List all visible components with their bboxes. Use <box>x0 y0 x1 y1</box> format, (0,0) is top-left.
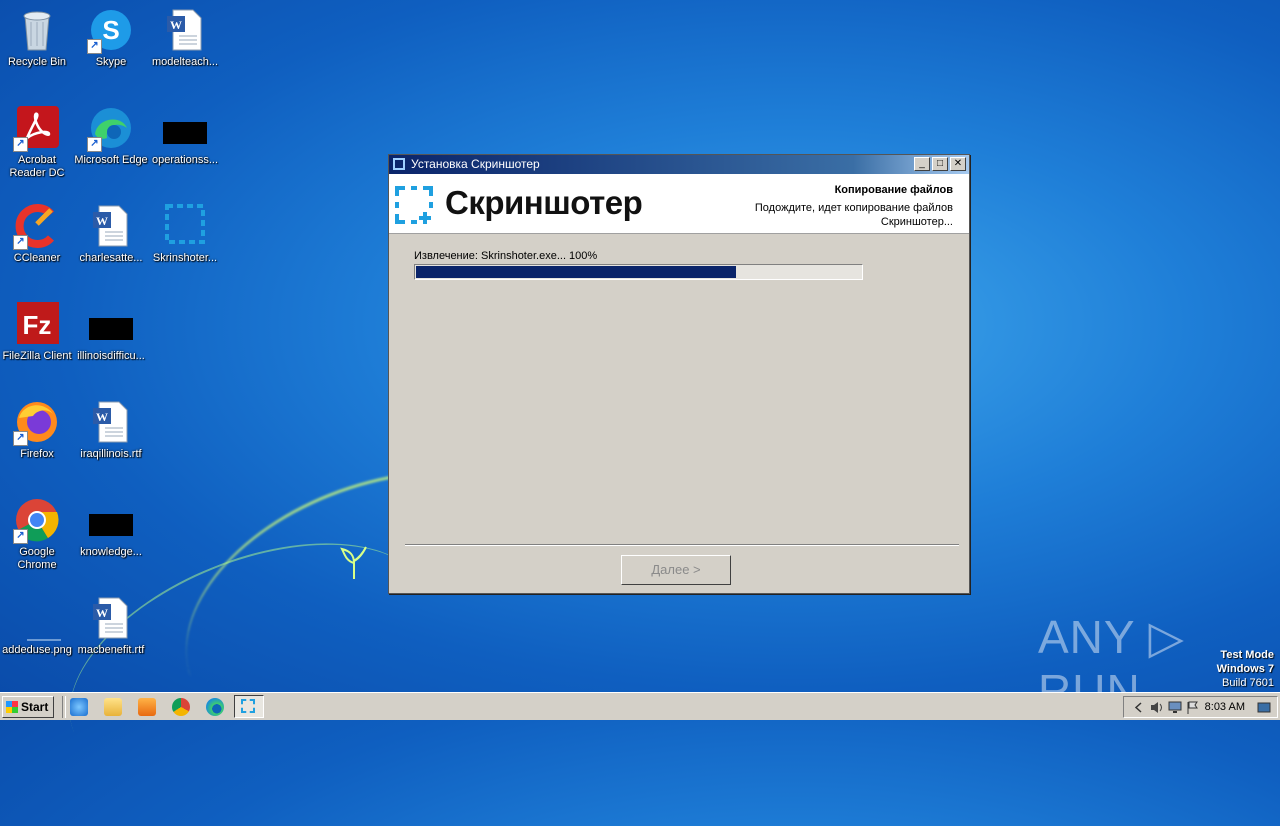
window-title: Установка Скриншотер <box>411 157 540 171</box>
desktop-icon-label: addeduse.png <box>2 644 72 656</box>
desktop-icon-label: iraqillinois.rtf <box>80 448 142 460</box>
word-doc-icon: W <box>87 398 135 446</box>
skrinshoter-taskbar-button[interactable] <box>234 695 264 718</box>
desktop-icon-charlesatte[interactable]: W charlesatte... <box>74 202 148 265</box>
close-button[interactable]: ✕ <box>950 157 966 171</box>
start-label: Start <box>21 700 49 714</box>
skrinshoter-icon <box>241 699 255 713</box>
test-mode-line2: Windows 7 <box>1216 663 1274 675</box>
system-tray: 8:03 AM <box>1123 696 1278 718</box>
svg-text:W: W <box>96 410 108 424</box>
wallpaper-sprout-icon <box>340 546 367 579</box>
desktop-icon-knowledge[interactable]: knowledge... <box>74 496 148 559</box>
windows-flag-icon <box>6 701 18 713</box>
svg-text:W: W <box>96 214 108 228</box>
svg-text:S: S <box>102 15 119 45</box>
next-button[interactable]: Далее > <box>621 555 731 585</box>
desktop-icon-label: Google Chrome <box>17 546 57 571</box>
desktop-icon-chrome[interactable]: ↗ Google Chrome <box>0 496 74 572</box>
recycle-bin-icon <box>13 6 61 54</box>
desktop-icon-label: charlesatte... <box>79 252 143 264</box>
word-doc-icon: W <box>87 202 135 250</box>
desktop-icon-label: CCleaner <box>13 252 61 264</box>
chrome-taskbar-icon[interactable] <box>172 698 190 716</box>
desktop-icon-iraqillinois[interactable]: W iraqillinois.rtf <box>74 398 148 461</box>
chrome-icon: ↗ <box>13 496 61 544</box>
svg-text:W: W <box>170 18 182 32</box>
desktop-icon-label: FileZilla Client <box>2 350 72 362</box>
desktop-icon-label: Skrinshoter... <box>152 252 218 264</box>
word-doc-icon: W <box>161 6 209 54</box>
desktop-icon-label: Skype <box>95 56 127 68</box>
svg-text:Fz: Fz <box>23 310 52 340</box>
test-mode-line3: Build 7601 <box>1222 677 1274 689</box>
desktop-icon-acrobat[interactable]: ↗ Acrobat Reader DC <box>0 104 74 180</box>
installer-window: Установка Скриншотер _ □ ✕ Скриншотер Ко… <box>388 154 970 594</box>
test-mode-line1: Test Mode <box>1220 649 1274 661</box>
start-button[interactable]: Start <box>2 696 54 718</box>
desktop-icon-label: Firefox <box>20 448 54 460</box>
test-mode-notice: Test Mode Windows 7 Build 7601 <box>1217 648 1274 690</box>
desktop-icon-label: Microsoft Edge <box>74 154 148 166</box>
divider <box>405 544 959 546</box>
desktop-icon-label: illinoisdifficu... <box>77 350 145 362</box>
skrinshoter-icon <box>393 158 405 170</box>
svg-text:W: W <box>96 606 108 620</box>
desktop-icon-ccleaner[interactable]: ↗ CCleaner <box>0 202 74 265</box>
word-doc-icon: W <box>87 594 135 642</box>
edge-taskbar-icon[interactable] <box>206 698 224 716</box>
desktop-icon-illinoisdifficu[interactable]: illinoisdifficu... <box>74 300 148 363</box>
desktop-icon-label: Acrobat Reader DC <box>9 154 65 179</box>
desktop-icon-modelteach[interactable]: W modelteach... <box>148 6 222 69</box>
desktop-icon-skype[interactable]: S ↗ Skype <box>74 6 148 69</box>
desktop-icon-filezilla[interactable]: Fz FileZilla Client <box>0 300 74 363</box>
desktop-icon-label: operationss... <box>151 154 219 166</box>
firefox-icon: ↗ <box>13 398 61 446</box>
status-text: Извлечение: Skrinshoter.exe... 100% <box>414 250 598 262</box>
taskbar: Start 8:03 AM <box>0 692 1280 720</box>
show-desktop-icon[interactable] <box>1257 701 1271 714</box>
desktop-icon-label: Recycle Bin <box>7 56 67 68</box>
logo-text: Скриншотер <box>445 184 643 221</box>
header-title: Копирование файлов <box>834 184 953 196</box>
speaker-icon[interactable] <box>1150 701 1164 714</box>
black-thumb-icon <box>161 104 209 152</box>
ccleaner-icon: ↗ <box>13 202 61 250</box>
desktop-icon-recycle-bin[interactable]: Recycle Bin <box>0 6 74 69</box>
ie-icon[interactable] <box>70 698 88 716</box>
skype-icon: S ↗ <box>87 6 135 54</box>
maximize-button[interactable]: □ <box>932 157 948 171</box>
chevron-icon[interactable] <box>1132 701 1146 714</box>
desktop-icon-addeduse[interactable]: addeduse.png <box>0 594 74 657</box>
desktop-icon-operationss[interactable]: operationss... <box>148 104 222 167</box>
clock[interactable]: 8:03 AM <box>1205 701 1245 713</box>
progress-bar <box>414 264 863 280</box>
png-thumb-icon <box>13 594 71 642</box>
edge-icon: ↗ <box>87 104 135 152</box>
desktop-icon-firefox[interactable]: ↗ Firefox <box>0 398 74 461</box>
black-thumb-icon <box>87 300 135 348</box>
folder-icon[interactable] <box>104 698 122 716</box>
installer-header: Скриншотер Копирование файлов Подождите,… <box>389 174 969 234</box>
desktop-icon-skrinshoter[interactable]: Skrinshoter... <box>148 202 222 265</box>
desktop-icon-label: macbenefit.rtf <box>77 644 145 656</box>
minimize-button[interactable]: _ <box>914 157 930 171</box>
black-thumb-icon <box>87 496 135 544</box>
skrinshoter-icon <box>161 202 209 250</box>
media-player-icon[interactable] <box>138 698 156 716</box>
desktop-icon-label: knowledge... <box>80 546 142 558</box>
desktop-icon-macbenefit[interactable]: W macbenefit.rtf <box>74 594 148 657</box>
skrinshoter-logo-icon <box>395 186 433 224</box>
taskbar-divider <box>62 696 66 718</box>
header-subtitle: Подождите, идет копирование файлов Скрин… <box>754 202 953 228</box>
window-title-bar[interactable]: Установка Скриншотер _ □ ✕ <box>389 155 969 174</box>
progress-fill <box>416 266 737 278</box>
desktop-icon-edge[interactable]: ↗ Microsoft Edge <box>74 104 148 167</box>
filezilla-icon: Fz <box>13 300 61 348</box>
desktop-icon-label: modelteach... <box>151 56 219 68</box>
network-icon[interactable] <box>1168 701 1182 714</box>
flag-icon[interactable] <box>1186 701 1200 714</box>
acrobat-icon: ↗ <box>13 104 61 152</box>
